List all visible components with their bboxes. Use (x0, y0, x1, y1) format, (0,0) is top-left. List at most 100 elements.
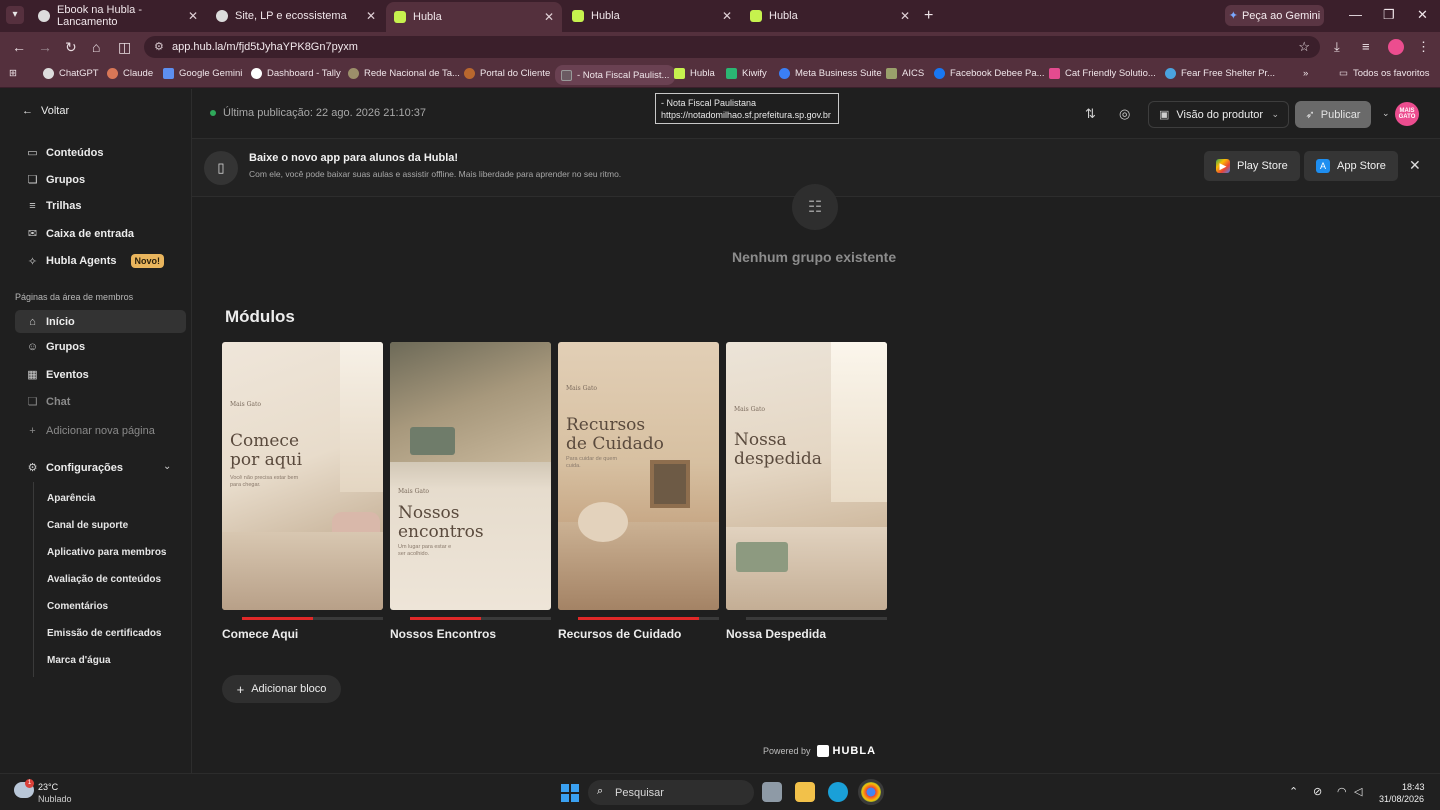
publish-button[interactable]: ➶ Publicar (1295, 101, 1371, 128)
chevron-up-icon[interactable]: ⌃ (1289, 785, 1298, 798)
module-label[interactable]: Recursos de Cuidado (558, 627, 681, 641)
browser-profile-avatar[interactable] (1388, 39, 1404, 55)
windows-start-icon[interactable] (561, 784, 579, 802)
gemini-button[interactable]: ✦ Peça ao Gemini (1225, 5, 1324, 26)
tab-list-button[interactable]: ▾ (6, 6, 24, 24)
back-button[interactable]: ← Voltar (22, 105, 69, 117)
site-settings-icon[interactable]: ⚙ (154, 40, 164, 53)
bookmark-item[interactable]: Hubla (674, 68, 715, 79)
sidebar-item-grupos[interactable]: ❏ Grupos (26, 173, 86, 187)
module-label[interactable]: Nossa Despedida (726, 627, 826, 641)
app-store-button[interactable]: A App Store (1304, 151, 1398, 181)
sidebar-item-caixa-de-entrada[interactable]: ✉ Caixa de entrada (26, 227, 134, 241)
avatar[interactable]: MAIS GATO (1395, 102, 1419, 126)
sidebar-item-configuracoes[interactable]: ⚙ Configurações (26, 461, 123, 475)
module-label[interactable]: Nossos Encontros (390, 627, 496, 641)
browser-tab-active[interactable]: Hubla ✕ (386, 2, 562, 32)
browser-tab[interactable]: Site, LP e ecossistema ✕ (208, 4, 384, 28)
clock-date[interactable]: 31/08/2026 (1379, 794, 1424, 804)
bookmark-item[interactable]: Fear Free Shelter Pr... (1165, 68, 1275, 79)
browser-tab[interactable]: Ebook na Hubla - Lancamento ✕ (30, 4, 206, 28)
play-store-button[interactable]: ▶ Play Store (1204, 151, 1300, 181)
close-icon[interactable]: ✕ (544, 10, 554, 24)
module-progress-bar (410, 617, 551, 620)
new-tab-button[interactable]: + (924, 7, 933, 25)
settings-item-aparencia[interactable]: Aparência (47, 493, 95, 504)
sidebar-item-hubla-agents[interactable]: ✧ Hubla Agents Novo! (26, 254, 164, 268)
sort-arrows-icon[interactable]: ⇅ (1085, 106, 1096, 122)
reading-list-icon[interactable]: ≡ (1362, 39, 1370, 54)
sidebar-item-chat[interactable]: ❏ Chat (26, 395, 71, 409)
palette-icon[interactable]: ◎ (1119, 106, 1130, 122)
powered-by-footer: Powered by HUBLA (763, 745, 877, 757)
home-icon[interactable]: ⌂ (92, 39, 100, 55)
volume-icon[interactable]: ◁ (1354, 785, 1362, 798)
module-card-recursos-de-cuidado[interactable]: Mais Gato Recursos de Cuidado Para cuidar… (558, 342, 719, 610)
bookmark-item[interactable]: Dashboard - Tally (251, 68, 341, 79)
split-view-icon[interactable]: ◫ (118, 39, 131, 56)
close-icon[interactable]: ✕ (1409, 157, 1421, 174)
close-icon[interactable]: ✕ (188, 9, 198, 23)
bookmark-item[interactable]: Rede Nacional de Ta... (348, 68, 460, 79)
bookmark-item[interactable]: Claude (107, 68, 153, 79)
cover-tagline: Para cuidar de quem cuida. (566, 456, 618, 469)
network-off-icon[interactable]: ⊘ (1313, 785, 1322, 798)
module-card-nossos-encontros[interactable]: Mais Gato Nossos encontros Um lugar para … (390, 342, 551, 610)
close-icon[interactable]: ✕ (900, 9, 910, 23)
bookmark-item[interactable]: Google Gemini (163, 68, 242, 79)
bookmark-item[interactable]: Facebook Debee Pa... (934, 68, 1045, 79)
back-arrow-icon[interactable]: ← (12, 39, 26, 55)
close-window-button[interactable]: ✕ (1417, 7, 1428, 23)
view-mode-select[interactable]: ▣ Visão do produtor ⌄ (1148, 101, 1289, 128)
bookmark-star-icon[interactable]: ☆ (1298, 39, 1310, 55)
all-favorites-folder[interactable]: ▭ Todos os favoritos (1339, 68, 1430, 79)
chevron-down-icon[interactable]: ⌄ (1382, 108, 1390, 119)
close-icon[interactable]: ✕ (366, 9, 376, 23)
sidebar-item-conteudos[interactable]: ▭ Conteúdos (26, 146, 103, 160)
settings-item-aplicativo[interactable]: Aplicativo para membros (47, 547, 166, 558)
add-page-button[interactable]: + Adicionar nova página (26, 425, 155, 437)
module-card-nossa-despedida[interactable]: Mais Gato Nossa despedida (726, 342, 887, 610)
module-label[interactable]: Comece Aqui (222, 627, 298, 641)
settings-item-marca-dagua[interactable]: Marca d'água (47, 655, 111, 666)
file-explorer-icon[interactable] (795, 782, 815, 802)
apps-grid-icon[interactable]: ⊞ (9, 68, 17, 79)
maximize-button[interactable]: ❐ (1383, 7, 1395, 23)
more-bookmarks-icon[interactable]: » (1303, 68, 1308, 79)
browser-tab[interactable]: Hubla ✕ (742, 4, 918, 28)
forward-arrow-icon[interactable]: → (38, 39, 52, 55)
bookmark-item[interactable]: ChatGPT (43, 68, 99, 79)
clock-time[interactable]: 18:43 (1402, 782, 1425, 792)
bookmark-item-hovered[interactable]: - Nota Fiscal Paulist... (555, 65, 676, 85)
chevron-down-icon[interactable]: ⌄ (163, 461, 171, 472)
settings-item-certificados[interactable]: Emissão de certificados (47, 628, 162, 639)
minimize-button[interactable]: — (1349, 7, 1362, 22)
bookmark-item[interactable]: Portal do Cliente (464, 68, 550, 79)
add-block-button[interactable]: + Adicionar bloco (222, 675, 341, 703)
bookmark-item[interactable]: AICS (886, 68, 924, 79)
task-view-icon[interactable] (762, 782, 782, 802)
download-icon[interactable]: ⤓ (1334, 39, 1340, 55)
close-icon[interactable]: ✕ (722, 9, 732, 23)
bookmark-item[interactable]: Kiwify (726, 68, 767, 79)
sidebar-item-inicio[interactable]: ⌂ Início (15, 310, 186, 333)
settings-item-canal-de-suporte[interactable]: Canal de suporte (47, 520, 128, 531)
menu-kebab-icon[interactable]: ⋮ (1417, 39, 1430, 55)
settings-item-avaliacao[interactable]: Avaliação de conteúdos (47, 574, 161, 585)
sidebar-item-grupos-page[interactable]: ☺ Grupos (26, 341, 85, 353)
bookmark-item[interactable]: Meta Business Suite (779, 68, 882, 79)
edge-icon[interactable] (828, 782, 848, 802)
bookmark-item[interactable]: Cat Friendly Solutio... (1049, 68, 1156, 79)
sidebar-item-trilhas[interactable]: ≡ Trilhas (26, 200, 81, 212)
taskbar-search[interactable]: ⌕ Pesquisar (588, 780, 754, 805)
chrome-icon[interactable] (858, 779, 884, 805)
url-input[interactable]: ⚙ app.hub.la/m/fjd5tJyhaYPK8Gn7pyxm ☆ (144, 36, 1320, 58)
sidebar-item-eventos[interactable]: ▦ Eventos (26, 368, 89, 382)
module-card-comece-aqui[interactable]: Mais Gato Comece por aqui Você não precis… (222, 342, 383, 610)
new-badge: Novo! (130, 254, 164, 268)
reload-icon[interactable]: ↻ (65, 39, 77, 56)
settings-item-comentarios[interactable]: Comentários (47, 601, 108, 612)
wifi-icon[interactable]: ◠ (1337, 785, 1347, 798)
module-progress-fill (410, 617, 481, 620)
browser-tab[interactable]: Hubla ✕ (564, 4, 740, 28)
